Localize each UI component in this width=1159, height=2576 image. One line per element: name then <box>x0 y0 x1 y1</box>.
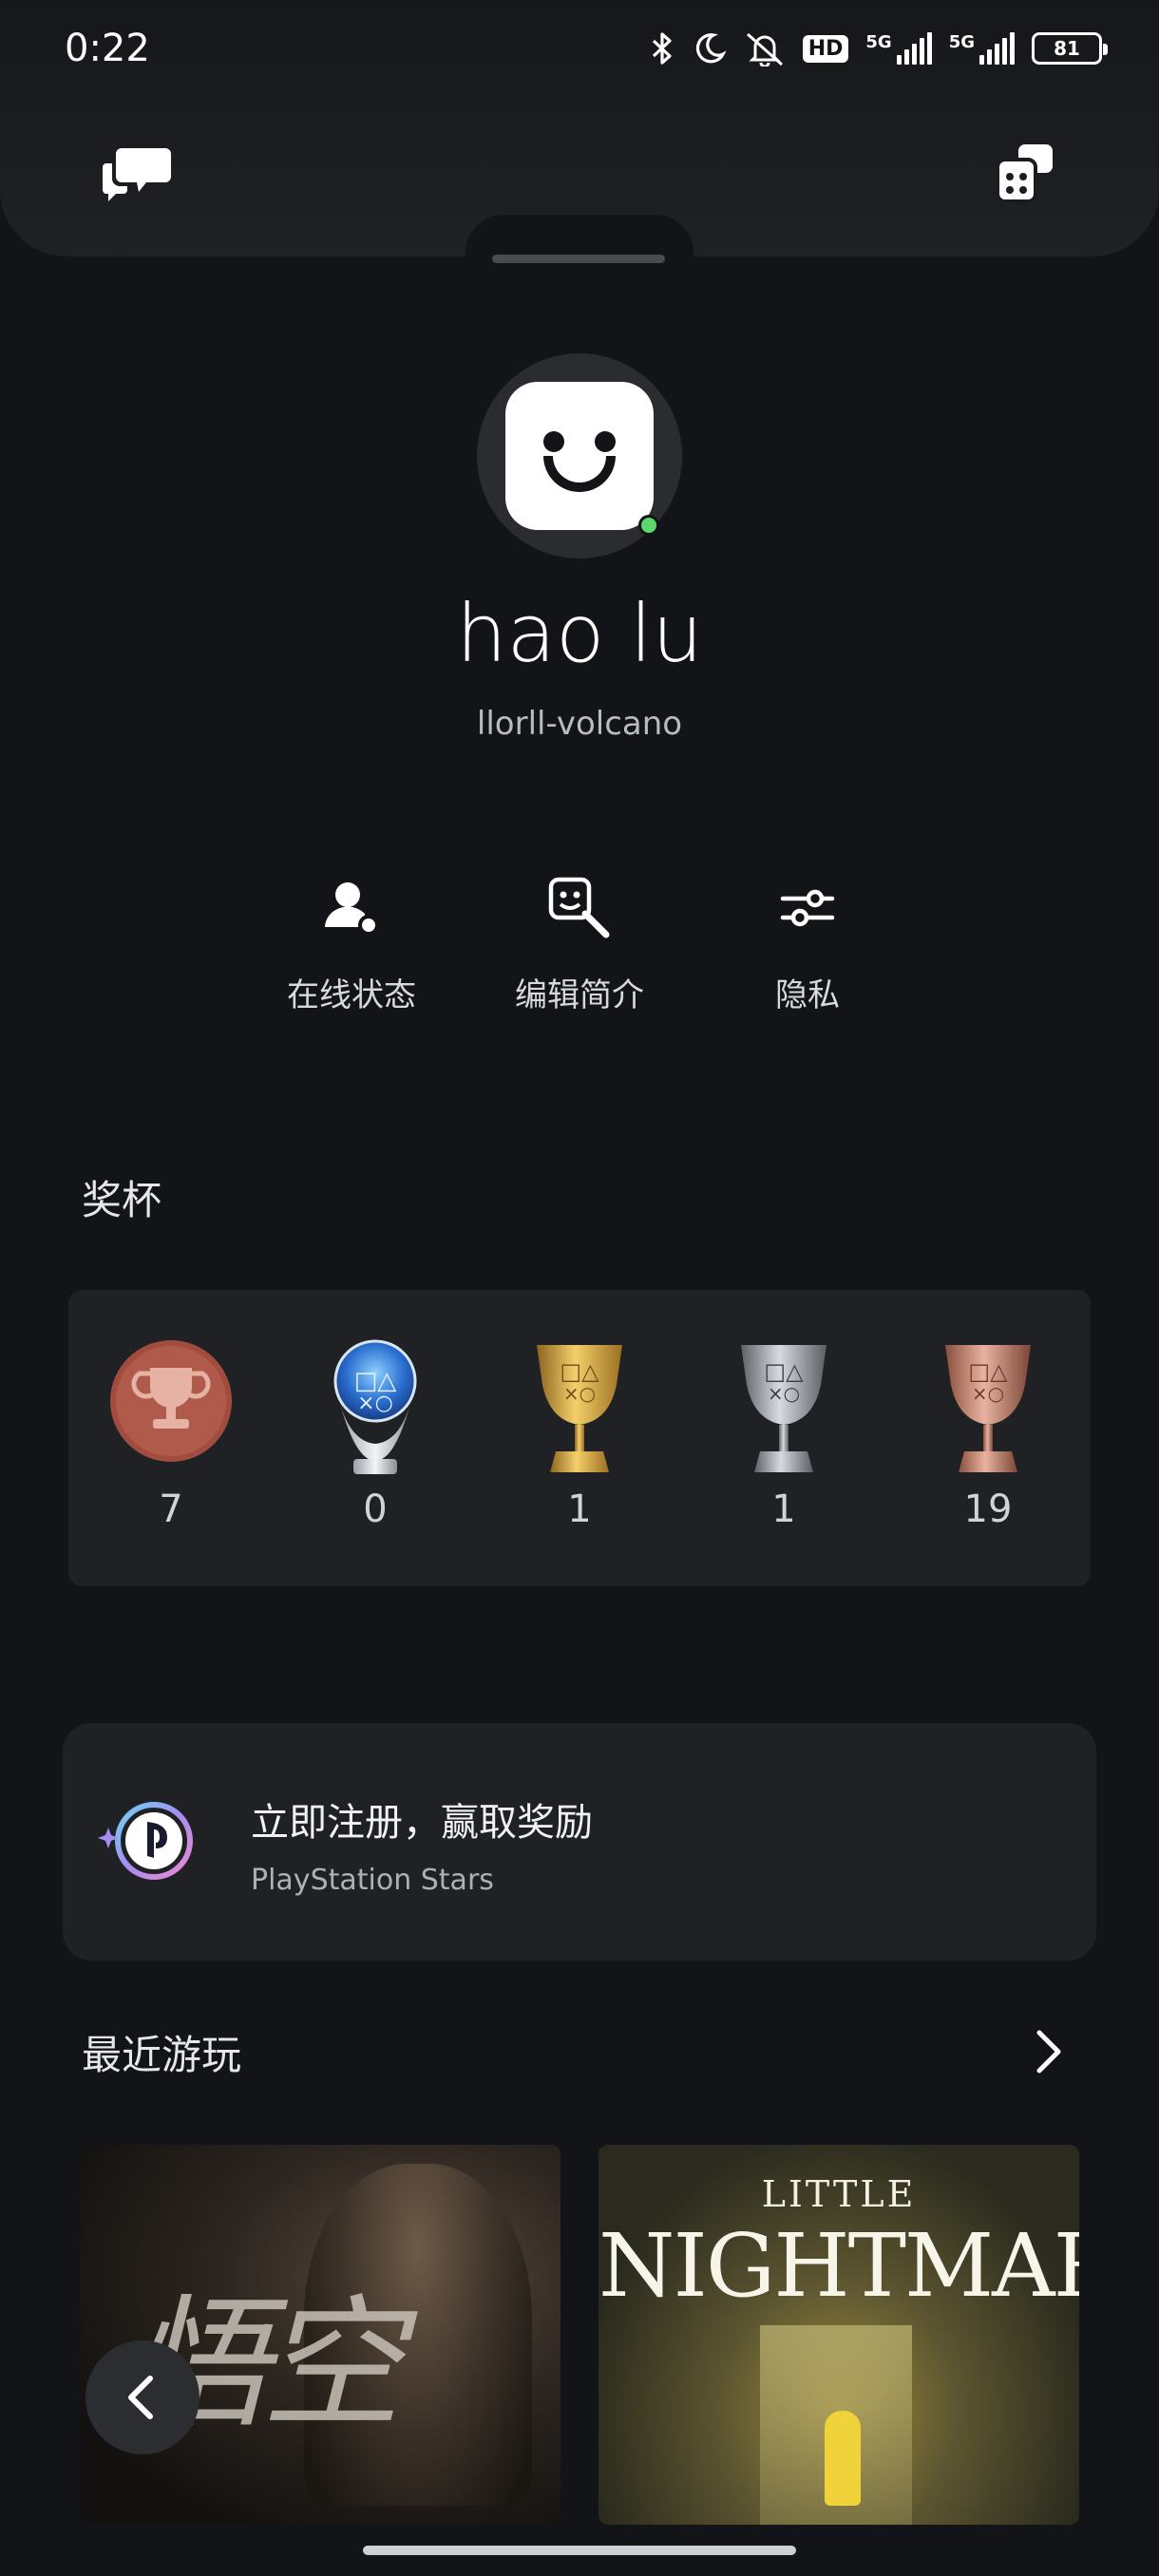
action-label: 编辑简介 <box>515 976 644 1014</box>
status-icons: HD 5G 5G 81 <box>649 30 1108 66</box>
trophies-title: 奖杯 <box>82 1177 162 1223</box>
profile-name: hao lu <box>456 587 703 680</box>
trophy-summary-card[interactable]: 7 □△ ×○ 0 □△ ×○ 1 □△ ×○ 1 □△ ×○ 19 <box>68 1290 1091 1586</box>
hd-voice-badge: HD <box>802 34 849 63</box>
chat-bubbles-icon[interactable] <box>99 141 175 207</box>
trophy-bronze: □△ ×○ 19 <box>922 1337 1054 1531</box>
back-button[interactable] <box>86 2340 200 2454</box>
action-label: 在线状态 <box>287 976 416 1014</box>
home-indicator[interactable] <box>363 2546 796 2555</box>
nightmares-title-small: LITTLE <box>761 2173 917 2215</box>
nightmares-character-art <box>825 2411 861 2506</box>
trophy-level: 7 <box>104 1337 238 1531</box>
stars-subtitle: PlayStation Stars <box>251 1864 494 1897</box>
trophy-silver: □△ ×○ 1 <box>717 1337 850 1531</box>
svg-text:□△: □△ <box>560 1358 599 1385</box>
sheet-drag-handle[interactable] <box>492 255 665 263</box>
svg-text:×○: ×○ <box>972 1382 1004 1405</box>
trophy-level-icon <box>110 1340 232 1462</box>
game-tile-little-nightmares[interactable]: LITTLE NIGHTMARES <box>598 2145 1079 2525</box>
svg-text:×○: ×○ <box>357 1392 393 1415</box>
game-library-icon[interactable] <box>984 141 1060 207</box>
privacy-sliders-icon <box>771 872 844 944</box>
playstation-stars-icon <box>95 1793 200 1888</box>
privacy-button[interactable]: 隐私 <box>712 872 902 1015</box>
edit-profile-button[interactable]: 编辑简介 <box>484 872 674 1015</box>
svg-text:□△: □△ <box>968 1358 1008 1385</box>
action-label: 隐私 <box>775 976 840 1014</box>
svg-text:□△: □△ <box>764 1358 804 1385</box>
stars-title: 立即注册，赢取奖励 <box>251 1801 593 1845</box>
avatar-face-icon <box>505 382 654 530</box>
online-status-button[interactable]: 在线状态 <box>256 872 446 1015</box>
chevron-left-icon <box>128 2376 153 2419</box>
status-time: 0:22 <box>65 27 150 70</box>
trophy-gold: □△ ×○ 1 <box>513 1337 646 1531</box>
moon-icon <box>693 31 727 66</box>
nightmares-title-main: NIGHTMARES <box>598 2215 1079 2317</box>
trophy-platinum-icon: □△ ×○ <box>333 1339 417 1474</box>
mute-bell-icon <box>744 30 786 66</box>
trophy-gold-icon: □△ ×○ <box>537 1345 622 1472</box>
trophy-platinum: □△ ×○ 0 <box>309 1337 442 1531</box>
signal-5g-2-icon: 5G <box>949 32 1015 65</box>
chevron-right-icon[interactable] <box>1026 2025 1072 2078</box>
game-tile-black-myth-wukong[interactable]: 悟空 <box>80 2145 560 2525</box>
trophy-count: 1 <box>567 1487 592 1531</box>
trophy-count: 19 <box>963 1487 1013 1531</box>
trophy-silver-icon: □△ ×○ <box>741 1345 826 1472</box>
battery-icon: 81 <box>1032 32 1108 65</box>
user-status-icon <box>315 872 388 944</box>
svg-text:×○: ×○ <box>563 1382 596 1405</box>
trophy-count: 7 <box>159 1487 183 1531</box>
trophy-count: 0 <box>363 1487 388 1531</box>
sheet-notch <box>466 215 694 272</box>
signal-5g-1-icon: 5G <box>865 32 932 65</box>
trophy-count: 1 <box>771 1487 796 1531</box>
online-status-dot <box>638 515 659 536</box>
edit-profile-icon <box>543 872 616 944</box>
bluetooth-icon <box>649 31 675 66</box>
profile-online-id: llorll-volcano <box>476 705 683 743</box>
trophy-bronze-icon: □△ ×○ <box>945 1345 1031 1472</box>
recently-played-title: 最近游玩 <box>82 2032 242 2078</box>
svg-text:×○: ×○ <box>768 1382 800 1405</box>
